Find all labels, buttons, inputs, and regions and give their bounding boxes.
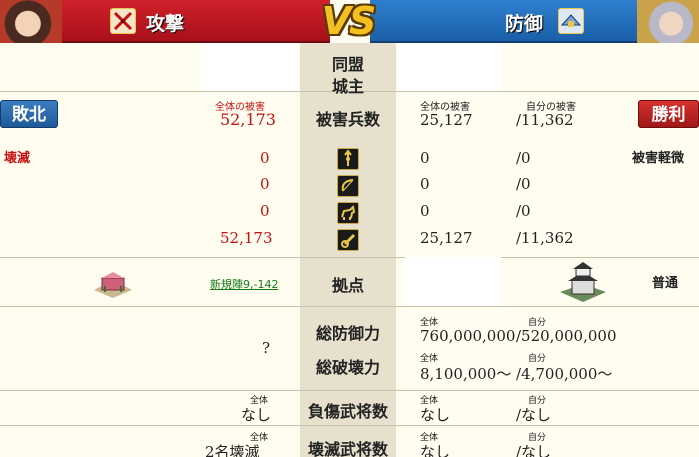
defender-own-damage: /11,362 bbox=[516, 111, 574, 129]
destroyed-own-value: /なし bbox=[516, 443, 552, 457]
defender-total-damage: 25,127 bbox=[420, 111, 473, 129]
row-divider bbox=[0, 390, 699, 391]
row-divider bbox=[0, 306, 699, 307]
defender-unit-own-loss: /11,362 bbox=[516, 229, 574, 247]
attacker-destroyed-value: 2名壊滅 bbox=[205, 443, 260, 457]
attacker-unit-loss: 0 bbox=[260, 202, 270, 220]
attacker-title: 攻撃 bbox=[146, 13, 185, 35]
defender-unit-own-loss: /0 bbox=[516, 149, 531, 167]
destroyed-total-value: なし bbox=[420, 443, 451, 457]
defender-header: 防御 bbox=[370, 0, 699, 43]
row-divider bbox=[0, 425, 699, 426]
defeat-badge: 敗北 bbox=[0, 100, 58, 128]
defender-unit-loss: 0 bbox=[420, 149, 430, 167]
defender-unit-own-loss: /0 bbox=[516, 175, 531, 193]
attacker-total-damage: 52,173 bbox=[220, 110, 276, 129]
shield-icon bbox=[558, 8, 584, 34]
vs-emblem: VS bbox=[321, 0, 377, 43]
defender-portrait bbox=[637, 0, 699, 43]
camp-icon bbox=[92, 272, 134, 298]
attacker-status: 壊滅 bbox=[4, 151, 31, 166]
attacker-header: 攻撃 bbox=[0, 0, 330, 43]
total-defense-label: 総防御力 bbox=[315, 324, 380, 343]
injured-generals-label: 負傷武将数 bbox=[307, 402, 388, 421]
castle-icon bbox=[560, 262, 606, 302]
spearman-icon bbox=[337, 148, 359, 170]
injured-own-value: /なし bbox=[516, 406, 552, 424]
attacker-alliance-box bbox=[201, 43, 298, 91]
attacker-destruction-value: ? bbox=[262, 339, 271, 357]
attacker-unit-loss: 0 bbox=[260, 149, 270, 167]
total-destruction-label: 総破壊力 bbox=[315, 358, 380, 377]
attacker-unit-loss: 0 bbox=[260, 175, 270, 193]
alliance-label: 同盟 bbox=[331, 55, 364, 74]
row-divider bbox=[0, 257, 699, 258]
defender-alliance-box bbox=[398, 43, 502, 91]
defender-base-type: 普通 bbox=[652, 276, 679, 291]
destroyed-generals-label: 壊滅武将数 bbox=[307, 440, 388, 457]
archer-icon bbox=[337, 175, 359, 197]
attacker-base-link[interactable]: 新規陣9,-142 bbox=[210, 276, 278, 292]
crossed-swords-icon bbox=[110, 8, 136, 34]
defender-title: 防御 bbox=[505, 13, 544, 35]
base-label: 拠点 bbox=[331, 276, 364, 295]
defender-base-box bbox=[405, 257, 501, 306]
victory-badge: 勝利 bbox=[638, 100, 699, 128]
siege-icon bbox=[337, 229, 359, 251]
casualties-label: 被害兵数 bbox=[315, 110, 380, 129]
defender-unit-loss: 0 bbox=[420, 175, 430, 193]
cavalry-icon bbox=[337, 202, 359, 224]
lord-label: 城主 bbox=[331, 77, 364, 96]
defense-own-value: /520,000,000 bbox=[516, 327, 617, 345]
attacker-portrait bbox=[0, 0, 62, 43]
attacker-injured-value: なし bbox=[241, 406, 272, 424]
defender-unit-loss: 25,127 bbox=[420, 229, 473, 247]
defense-total-value: 760,000,000 bbox=[420, 327, 516, 345]
defender-unit-loss: 0 bbox=[420, 202, 430, 220]
destruction-own-value: /4,700,000〜 bbox=[516, 365, 613, 383]
defender-status: 被害軽微 bbox=[632, 151, 685, 166]
injured-total-value: なし bbox=[420, 406, 451, 424]
defender-unit-own-loss: /0 bbox=[516, 202, 531, 220]
destruction-total-value: 8,100,000〜 bbox=[420, 365, 512, 383]
attacker-unit-loss: 52,173 bbox=[220, 229, 273, 247]
